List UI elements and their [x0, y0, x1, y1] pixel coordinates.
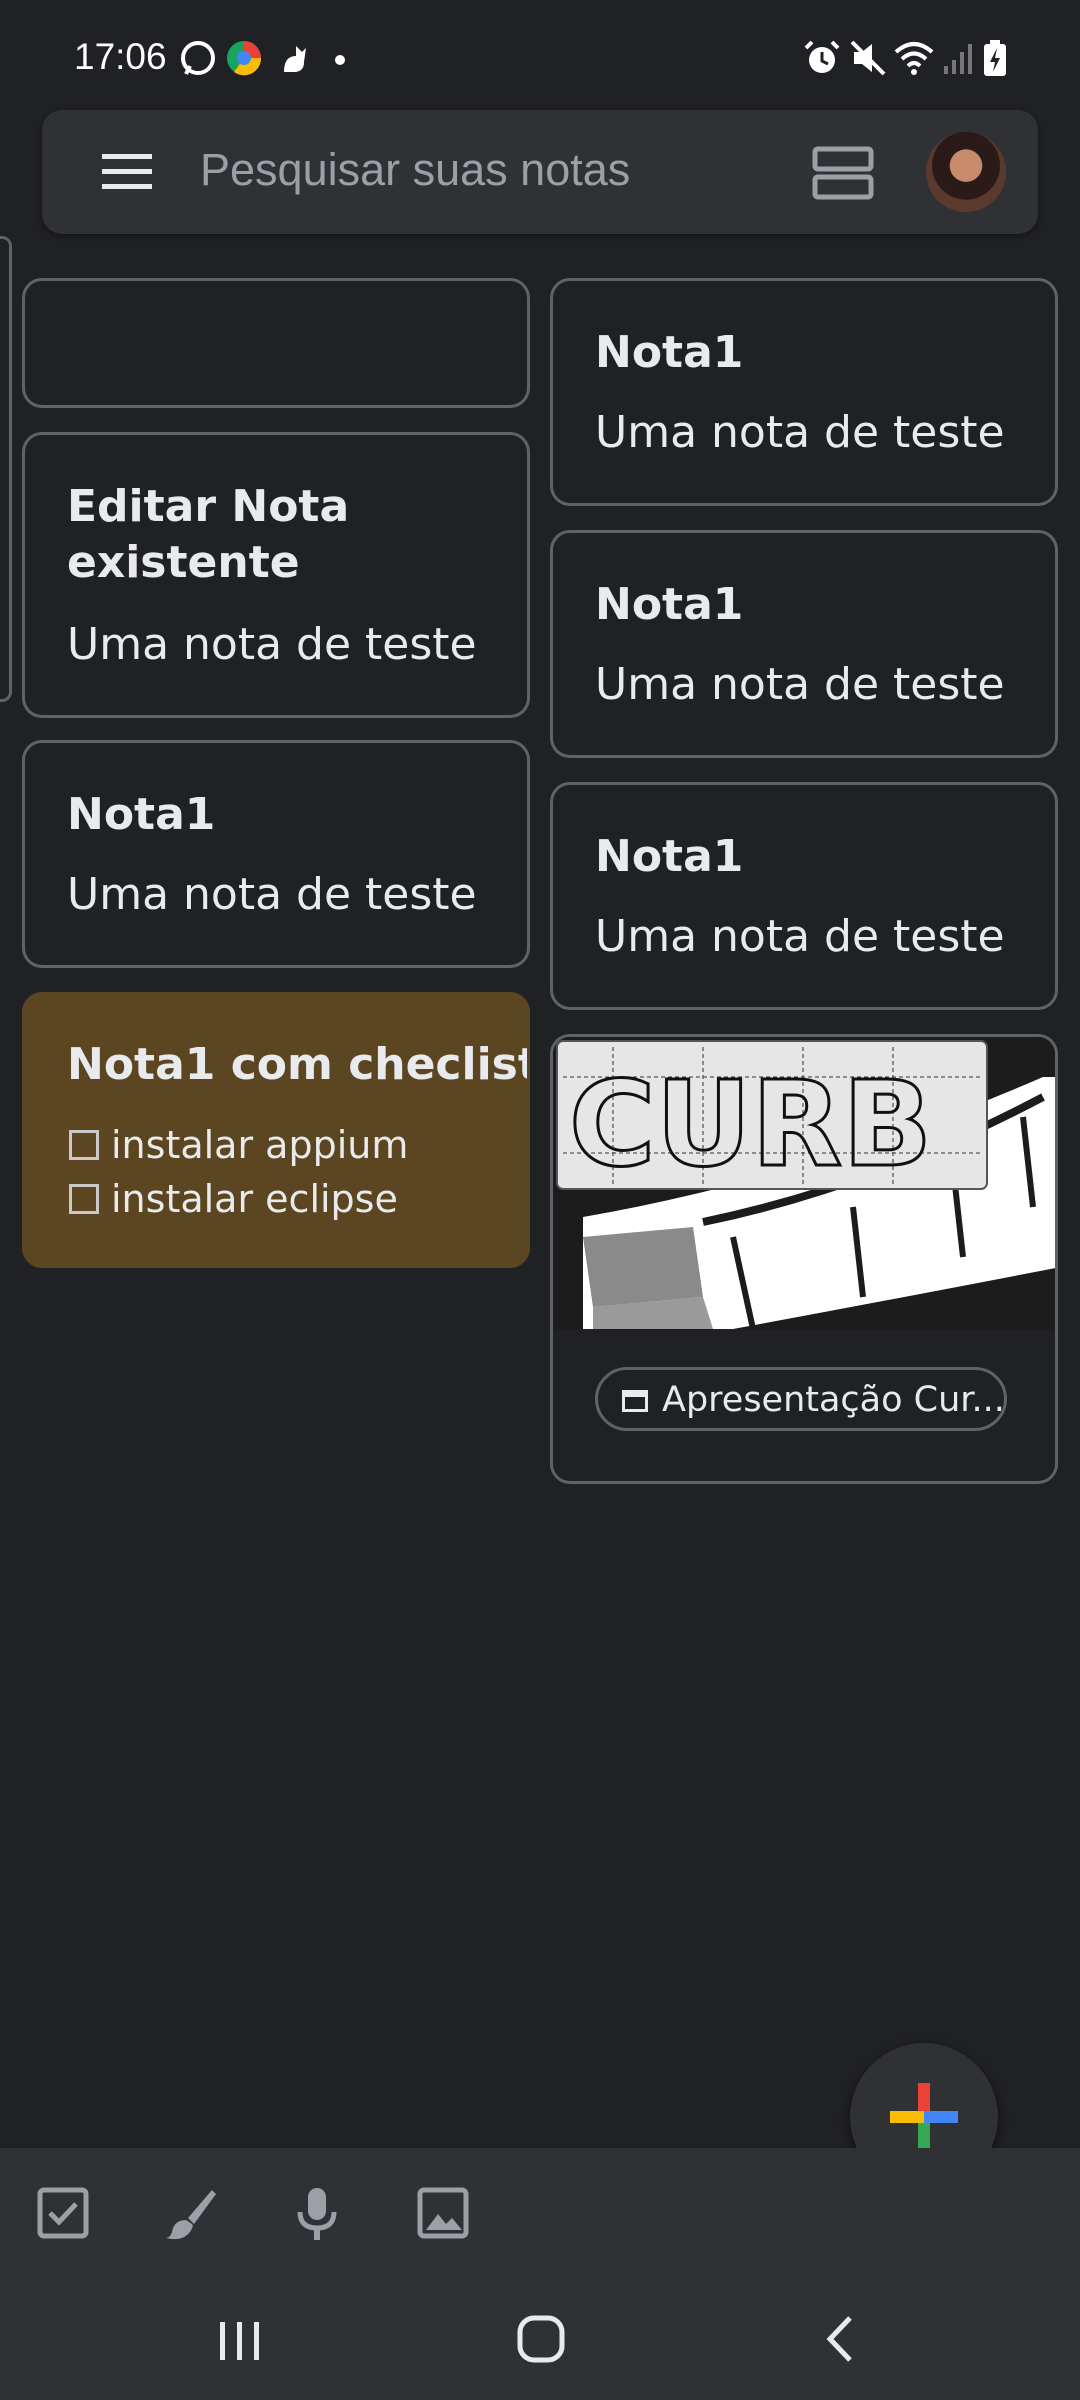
chrome-like-icon [227, 41, 262, 76]
alarm-icon [804, 40, 840, 73]
microphone-icon[interactable] [284, 2180, 350, 2246]
home-icon[interactable] [500, 2308, 580, 2368]
back-icon[interactable] [800, 2308, 880, 2368]
wifi-icon [894, 42, 934, 75]
signal-icon [944, 44, 972, 74]
note-card-empty[interactable] [22, 278, 530, 408]
list-view-icon[interactable] [812, 146, 874, 200]
note-title: Nota1 [595, 579, 744, 630]
note-card[interactable]: Nota1 Uma nota de teste [550, 782, 1058, 1010]
profile-avatar[interactable] [926, 132, 1006, 212]
checklist-item: instalar appium [69, 1123, 408, 1167]
attachment-chip[interactable]: Apresentação Cur... [595, 1367, 1007, 1431]
system-nav-bar [0, 2278, 1080, 2400]
checklist-item: instalar eclipse [69, 1177, 398, 1221]
note-body: Uma nota de teste [595, 911, 1005, 962]
logo-text: CURB [569, 1055, 932, 1193]
mute-icon [850, 40, 886, 76]
side-panel-edge [0, 236, 12, 702]
attachment-chip-label: Apresentação Cur... [662, 1380, 1005, 1420]
presentation-icon [622, 1390, 648, 1412]
cat-icon [284, 46, 306, 72]
checkbox-icon[interactable] [69, 1184, 99, 1214]
note-title: Nota1 [595, 831, 744, 882]
note-body: Uma nota de teste [595, 407, 1005, 458]
note-image: CURB [553, 1037, 1055, 1329]
image-icon[interactable] [410, 2180, 476, 2246]
whatsapp-icon [181, 41, 215, 75]
recents-icon[interactable] [200, 2308, 280, 2368]
note-body: Uma nota de teste [595, 659, 1005, 710]
checkbox-icon[interactable] [30, 2180, 96, 2246]
note-body: Uma nota de teste [67, 619, 477, 670]
image-note-card[interactable]: CURB Apresentação Cur... [550, 1034, 1058, 1484]
curb-logo-image: CURB [553, 1037, 1055, 1329]
note-body: Uma nota de teste [67, 869, 477, 920]
note-card[interactable]: Nota1 Uma nota de teste [550, 278, 1058, 506]
note-title: Nota1 [595, 327, 744, 378]
note-card[interactable]: Nota1 Uma nota de teste [550, 530, 1058, 758]
brush-icon[interactable] [158, 2180, 224, 2246]
hamburger-menu-icon[interactable] [102, 150, 154, 194]
checklist-note-card[interactable]: Nota1 com checlist instalar appium insta… [22, 992, 530, 1268]
note-card[interactable]: Nota1 Uma nota de teste [22, 740, 530, 968]
dot-icon [335, 55, 345, 65]
search-bar[interactable]: Pesquisar suas notas [42, 110, 1038, 234]
search-input[interactable]: Pesquisar suas notas [200, 144, 630, 196]
bottom-action-bar [0, 2148, 1080, 2278]
note-card[interactable]: Editar Nota existente Uma nota de teste [22, 432, 530, 718]
note-title: Nota1 [67, 789, 216, 840]
note-title: Nota1 com checlist [67, 1039, 530, 1090]
battery-charging-icon [984, 40, 1006, 76]
status-bar: 17:06 [0, 0, 1080, 110]
note-title: Editar Nota existente [67, 481, 350, 588]
status-time: 17:06 [74, 36, 167, 77]
checkbox-icon[interactable] [69, 1130, 99, 1160]
